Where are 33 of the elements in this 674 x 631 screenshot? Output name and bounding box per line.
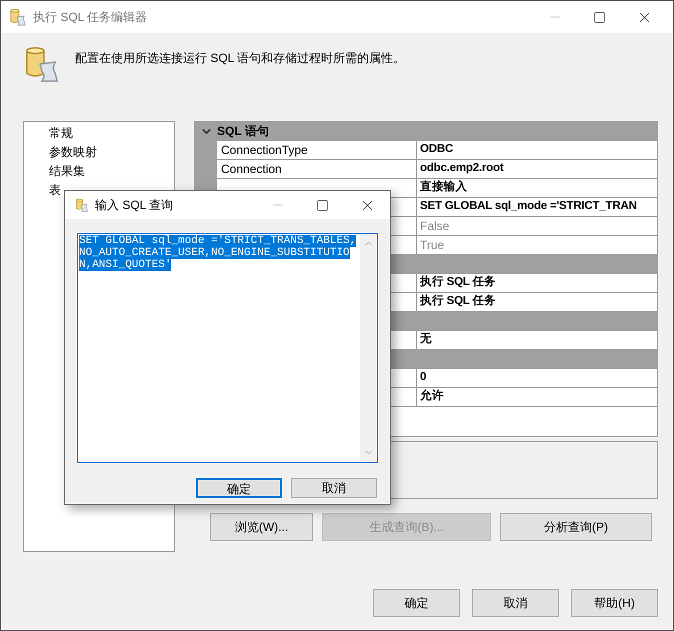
property-value-cell[interactable]: ODBC xyxy=(417,141,657,160)
property-value-cell[interactable]: odbc.emp2.root xyxy=(417,160,657,179)
property-value-cell[interactable]: 无 xyxy=(417,331,657,350)
property-value-cell[interactable]: 允许 xyxy=(417,388,657,407)
database-icon xyxy=(75,198,89,212)
property-value-cell[interactable]: 执行 SQL 任务 xyxy=(417,274,657,293)
database-icon xyxy=(9,8,27,26)
property-name-cell[interactable]: Connection xyxy=(217,160,417,179)
property-value-cell[interactable]: 0 xyxy=(417,369,657,388)
maximize-icon[interactable] xyxy=(593,10,606,24)
dialog-button[interactable]: 取消 xyxy=(291,478,377,498)
action-button[interactable]: 分析查询(P) xyxy=(500,513,652,541)
property-value-cell[interactable]: SET GLOBAL sql_mode ='STRICT_TRAN xyxy=(417,198,657,217)
page-list-item[interactable]: 结果集 xyxy=(48,162,86,181)
dialog-title: 输入 SQL 查询 xyxy=(95,197,174,214)
query-text: SET GLOBAL sql_mode ='STRICT_TRANS_TABLES,NO_AUTO_CREATE_USER,NO_ENGINE_SUBSTITUTION,ANSI_QUOTES' xyxy=(79,235,358,271)
property-value-cell[interactable]: 执行 SQL 任务 xyxy=(417,293,657,312)
database-script-icon xyxy=(23,45,61,83)
category-label: SQL 语句 xyxy=(217,123,269,140)
page-list-item[interactable]: 常规 xyxy=(48,124,74,143)
category-row[interactable]: SQL 语句 xyxy=(195,122,657,141)
dialog-button[interactable]: 帮助(H) xyxy=(571,589,658,617)
description-text: 配置在使用所选连接运行 SQL 语句和存储过程时所需的属性。 xyxy=(75,50,406,67)
dialog-button[interactable]: 确定 xyxy=(373,589,460,617)
page-list-item[interactable]: 参数映射 xyxy=(48,143,98,162)
window-title: 执行 SQL 任务编辑器 xyxy=(33,9,148,26)
property-name-cell[interactable]: ConnectionType xyxy=(217,141,417,160)
dialog-button[interactable]: 取消 xyxy=(472,589,559,617)
page-list-item[interactable]: 表 xyxy=(48,181,62,200)
action-button[interactable]: 浏览(W)... xyxy=(210,513,313,541)
property-value-cell[interactable]: 直接输入 xyxy=(417,179,657,198)
maximize-icon[interactable] xyxy=(316,198,329,212)
dialog-button[interactable]: 确定 xyxy=(196,478,282,498)
